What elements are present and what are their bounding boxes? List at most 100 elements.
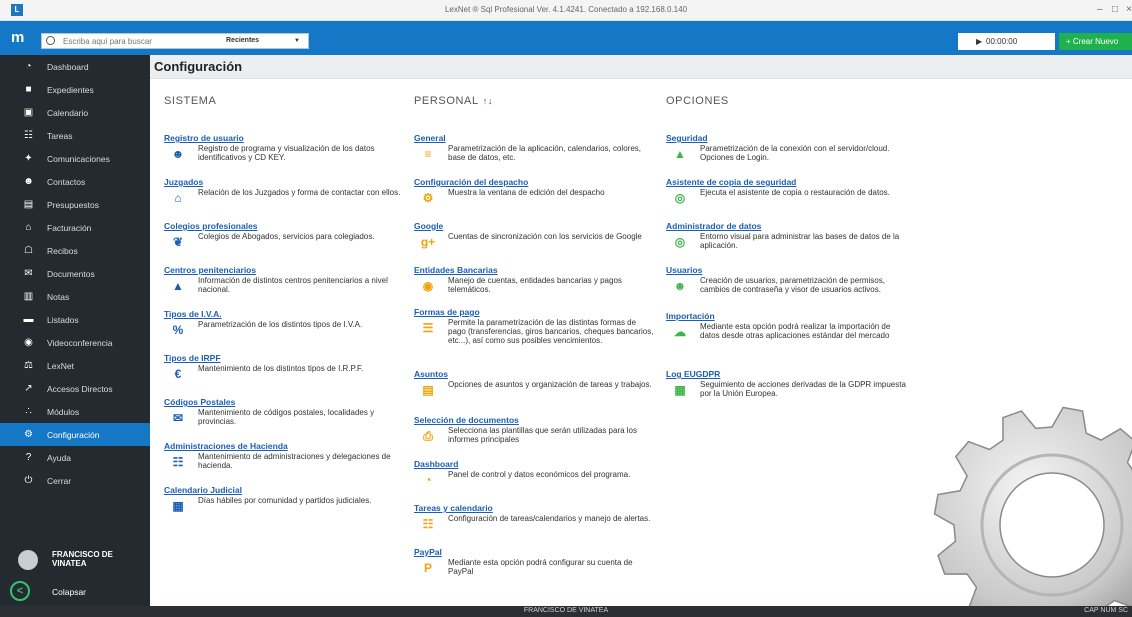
search-box: Recientes ▼ bbox=[41, 33, 309, 49]
sidebar-item-modulos[interactable]: ∴ Módulos bbox=[0, 400, 150, 423]
settings-link[interactable]: Centros penitenciarios bbox=[164, 265, 256, 275]
settings-description: Panel de control y datos económicos del … bbox=[448, 470, 631, 479]
settings-link[interactable]: Importación bbox=[666, 311, 715, 321]
settings-description: Mediante esta opción podrá configurar su… bbox=[448, 558, 633, 576]
settings-description: Ejecuta el asistente de copia o restaura… bbox=[700, 188, 890, 197]
communications-icon: ✦ bbox=[24, 153, 33, 164]
settings-link[interactable]: Colegios profesionales bbox=[164, 221, 258, 231]
payment-list-icon: ☰ bbox=[422, 321, 434, 335]
lexnet-logo-icon[interactable]: m bbox=[11, 30, 27, 46]
gears-icon: ⚙ bbox=[422, 191, 434, 205]
sort-icon[interactable]: ↑↓ bbox=[483, 96, 493, 106]
sidebar-item-documentos[interactable]: ✉ Documentos bbox=[0, 262, 150, 285]
calculator-icon: ☷ bbox=[172, 455, 184, 469]
sidebar-item-configuracion[interactable]: ⚙ Configuración bbox=[0, 423, 150, 446]
create-new-button[interactable]: + Crear Nuevo bbox=[1059, 33, 1132, 50]
settings-link[interactable]: Asuntos bbox=[414, 369, 448, 379]
gdpr-icon: ▦ bbox=[674, 383, 686, 397]
sidebar-item-facturacion[interactable]: ⌂ Facturación bbox=[0, 216, 150, 239]
settings-link[interactable]: Usuarios bbox=[666, 265, 702, 275]
sidebar-item-presupuestos[interactable]: ▤ Presupuestos bbox=[0, 193, 150, 216]
settings-description: Mantenimiento de códigos postales, local… bbox=[198, 408, 375, 426]
collapse-button[interactable]: < Colapsar bbox=[0, 581, 150, 603]
lexnet-icon: ⚖ bbox=[24, 360, 33, 371]
settings-link[interactable]: Seguridad bbox=[666, 133, 708, 143]
sidebar-item-recibos[interactable]: ☖ Recibos bbox=[0, 239, 150, 262]
settings-description: Manejo de cuentas, entidades bancarias y… bbox=[448, 276, 622, 294]
settings-link[interactable]: Administraciones de Hacienda bbox=[164, 441, 288, 451]
sidebar-item-label: Dashboard bbox=[47, 62, 89, 72]
settings-description: Muestra la ventana de edición del despac… bbox=[448, 188, 605, 197]
settings-description: Parametrización de la aplicación, calend… bbox=[448, 144, 641, 162]
sidebar-item-lexnet[interactable]: ⚖ LexNet bbox=[0, 354, 150, 377]
chevron-left-icon: < bbox=[10, 581, 30, 601]
settings-link[interactable]: General bbox=[414, 133, 446, 143]
status-user: FRANCISCO DE VINATEA bbox=[523, 607, 609, 614]
settings-link[interactable]: Registro de usuario bbox=[164, 133, 244, 143]
sidebar-item-calendario[interactable]: ▣ Calendario bbox=[0, 101, 150, 124]
maximize-icon[interactable]: □ bbox=[1112, 4, 1118, 15]
settings-link[interactable]: Configuración del despacho bbox=[414, 177, 528, 187]
handshake-icon: ❦ bbox=[172, 235, 184, 249]
sidebar-item-accesos-directos[interactable]: ↗ Accesos Directos bbox=[0, 377, 150, 400]
settings-link[interactable]: Log EUGDPR bbox=[666, 369, 720, 379]
settings-link[interactable]: Tipos de IRPF bbox=[164, 353, 221, 363]
sidebar-item-label: Documentos bbox=[47, 269, 95, 279]
sidebar-item-cerrar[interactable]: ⏻ Cerrar bbox=[0, 469, 150, 492]
search-input[interactable] bbox=[63, 35, 203, 47]
tree-icon: ☷ bbox=[422, 517, 434, 531]
sidebar-item-expedientes[interactable]: ■ Expedientes bbox=[0, 78, 150, 101]
sidebar-item-label: Videoconferencia bbox=[47, 338, 113, 348]
settings-link[interactable]: Tareas y calendario bbox=[414, 503, 493, 513]
sidebar-item-comunicaciones[interactable]: ✦ Comunicaciones bbox=[0, 147, 150, 170]
euro-icon: € bbox=[174, 367, 182, 381]
settings-link[interactable]: Juzgados bbox=[164, 177, 203, 187]
sidebar-item-listados[interactable]: ▬ Listados bbox=[0, 308, 150, 331]
settings-description: Mantenimiento de los distintos tipos de … bbox=[198, 364, 364, 373]
timer-value: 00:00:00 bbox=[986, 37, 1018, 46]
sidebar: ◔ Dashboard ■ Expedientes ▣ Calendario ☷ Tareas… bbox=[0, 55, 150, 606]
recent-dropdown[interactable]: Recientes ▼ bbox=[222, 34, 308, 48]
status-flags: CAP NUM SC bbox=[1084, 607, 1128, 614]
settings-description: Entorno visual para administrar las base… bbox=[700, 232, 900, 250]
sidebar-item-dashboard[interactable]: ◔ Dashboard bbox=[0, 55, 150, 78]
page-title: Configuración bbox=[150, 55, 1132, 79]
settings-link[interactable]: Administrador de datos bbox=[666, 221, 761, 231]
settings-link[interactable]: Selección de documentos bbox=[414, 415, 519, 425]
settings-link[interactable]: PayPal bbox=[414, 547, 442, 557]
sidebar-item-label: Calendario bbox=[47, 108, 89, 118]
bank-icon: ☖ bbox=[24, 245, 33, 256]
timer-button[interactable]: ▶ 00:00:00 bbox=[958, 33, 1055, 50]
sidebar-item-label: Tareas bbox=[47, 131, 73, 141]
calendar-icon: ▣ bbox=[23, 107, 34, 118]
minimize-icon[interactable]: – bbox=[1097, 4, 1103, 15]
database-backup-icon: ◎ bbox=[674, 191, 686, 205]
modules-icon: ∴ bbox=[25, 406, 32, 417]
settings-description: Parametrización de los distintos tipos d… bbox=[198, 320, 363, 329]
invoice-icon: ⌂ bbox=[25, 222, 32, 233]
settings-description: Información de distintos centros peniten… bbox=[198, 276, 388, 294]
settings-link[interactable]: Dashboard bbox=[414, 459, 458, 469]
settings-link[interactable]: Entidades Bancarias bbox=[414, 265, 498, 275]
settings-link[interactable]: Asistente de copia de seguridad bbox=[666, 177, 796, 187]
sidebar-item-ayuda[interactable]: ? Ayuda bbox=[0, 446, 150, 469]
envelope-icon: ✉ bbox=[172, 411, 184, 425]
settings-link[interactable]: Códigos Postales bbox=[164, 397, 235, 407]
sidebar-item-videoconferencia[interactable]: ◉ Videoconferencia bbox=[0, 331, 150, 354]
sidebar-item-tareas[interactable]: ☷ Tareas bbox=[0, 124, 150, 147]
sidebar-item-notas[interactable]: ▥ Notas bbox=[0, 285, 150, 308]
settings-link[interactable]: Calendario Judicial bbox=[164, 485, 242, 495]
percent-icon: % bbox=[172, 323, 184, 337]
user-profile[interactable]: FRANCISCO DE VINATEA bbox=[0, 545, 150, 575]
plus-icon: + bbox=[1066, 37, 1073, 46]
settings-link[interactable]: Formas de pago bbox=[414, 307, 480, 317]
help-icon: ? bbox=[25, 452, 32, 463]
sidebar-item-contactos[interactable]: ☻ Contactos bbox=[0, 170, 150, 193]
power-icon: ⏻ bbox=[24, 475, 33, 486]
settings-link[interactable]: Google bbox=[414, 221, 443, 231]
courthouse-icon: ⌂ bbox=[174, 191, 182, 205]
settings-link[interactable]: Tipos de I.V.A. bbox=[164, 309, 222, 319]
printer-icon: ⎙ bbox=[423, 429, 433, 443]
close-icon[interactable]: × bbox=[1126, 4, 1132, 15]
settings-description: Registro de programa y visualización de … bbox=[198, 144, 375, 162]
